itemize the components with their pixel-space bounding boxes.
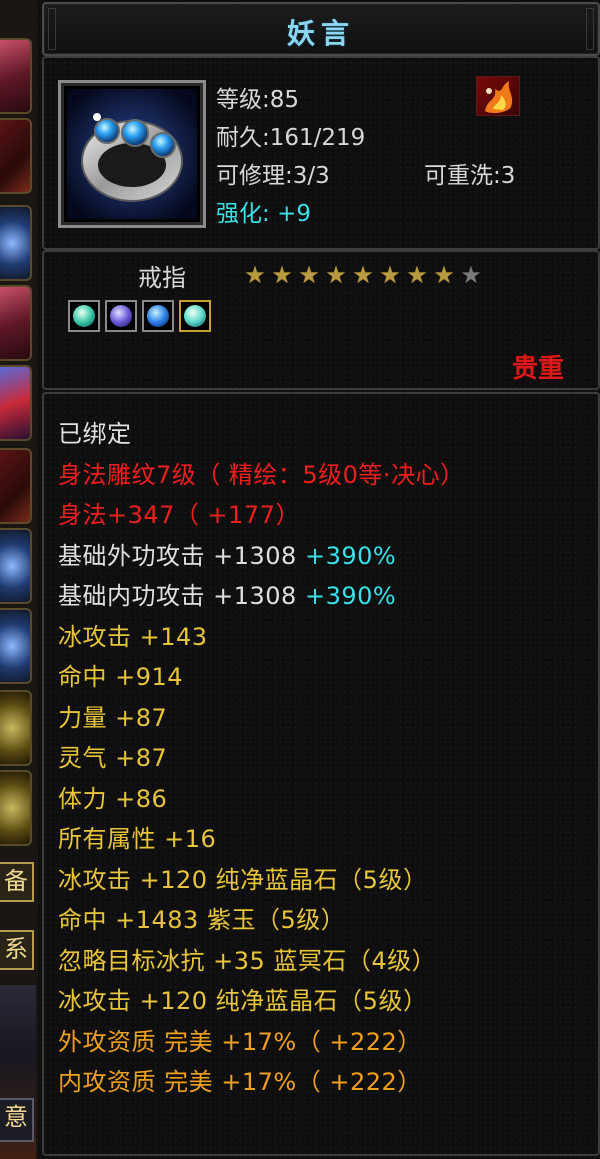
item-enhance: 强化: +9: [216, 194, 311, 228]
attr-line: 基础内功攻击 +1308 +390%: [58, 582, 397, 610]
item-name: 妖言: [286, 17, 355, 50]
star-filled-icon: ★: [244, 261, 266, 289]
item-header: 等级:85 耐久:161/219 可修理:3/3 可重洗:3 强化: +9: [42, 56, 600, 250]
gem-sockets: [68, 300, 211, 332]
side-tab-intent[interactable]: 意: [0, 1098, 34, 1142]
attr-line: 体力 +86: [58, 785, 168, 813]
star-filled-icon: ★: [352, 261, 374, 289]
inventory-slot[interactable]: [0, 608, 32, 684]
attr-line: 内攻资质 完美 +17%（ +222）: [58, 1068, 422, 1096]
item-level: 等级:85: [216, 87, 300, 113]
blue-gem-icon: [147, 305, 169, 327]
gem-socket: [105, 300, 137, 332]
item-type-label: 戒指: [138, 264, 186, 292]
green-gem-icon: [184, 305, 206, 327]
gem-socket: [142, 300, 174, 332]
attr-line: 基础外功攻击 +1308 +390%: [58, 542, 397, 570]
attr-bonus: +390%: [304, 542, 397, 570]
inventory-slot[interactable]: [0, 690, 32, 766]
inventory-slot[interactable]: [0, 448, 32, 524]
attr-line: 命中 +1483 紫玉（5级）: [58, 906, 346, 934]
inventory-slot[interactable]: [0, 205, 32, 281]
ring-icon: [67, 89, 197, 219]
star-filled-icon: ★: [271, 261, 293, 289]
inventory-slot[interactable]: [0, 770, 32, 846]
item-tooltip: 妖言 等级:85 耐久:161/219 可修理:3/3 可重洗:3 强化: +9…: [38, 0, 600, 1159]
inventory-slot[interactable]: [0, 38, 32, 114]
attr-line: 冰攻击 +120 纯净蓝晶石（5级）: [58, 987, 428, 1015]
attr-line: 身法雕纹7级（ 精绘：5级0等·决心）: [58, 461, 465, 489]
attr-line: 命中 +914: [58, 663, 184, 691]
inventory-slot[interactable]: [0, 118, 32, 194]
attr-line: 冰攻击 +143: [58, 623, 208, 651]
star-empty-icon: ★: [460, 261, 482, 289]
item-type-row: 戒指 ★ ★ ★ ★ ★ ★ ★ ★ ★ 贵重: [42, 250, 600, 390]
star-filled-icon: ★: [406, 261, 428, 289]
attr-line: 力量 +87: [58, 704, 168, 732]
green-gem-icon: [73, 305, 95, 327]
attr-line: 所有属性 +16: [58, 825, 217, 853]
attr-bonus: +390%: [304, 582, 397, 610]
enhance-label: 强化:: [216, 201, 270, 227]
inventory-slot[interactable]: [0, 528, 32, 604]
star-filled-icon: ★: [325, 261, 347, 289]
star-rating: ★ ★ ★ ★ ★ ★ ★ ★ ★: [242, 262, 484, 288]
attr-line: 已绑定: [58, 420, 132, 448]
inventory-slot[interactable]: [0, 365, 32, 441]
star-filled-icon: ★: [298, 261, 320, 289]
attr-line: 忽略目标冰抗 +35 蓝冥石（4级）: [58, 947, 437, 975]
attr-line: 外攻资质 完美 +17%（ +222）: [58, 1028, 422, 1056]
attr-line: 灵气 +87: [58, 744, 168, 772]
attribute-list: 已绑定 身法雕纹7级（ 精绘：5级0等·决心） 身法+347（ +177） 基础…: [42, 392, 600, 1156]
item-icon-frame: [58, 80, 206, 228]
star-filled-icon: ★: [379, 261, 401, 289]
rarity-label: 贵重: [511, 354, 564, 384]
item-rewash-count: 可重洗:3: [424, 163, 516, 189]
flame-icon: [476, 76, 520, 116]
item-durability: 耐久:161/219: [216, 125, 366, 151]
side-tab-system[interactable]: 系: [0, 930, 34, 970]
inventory-slot[interactable]: [0, 285, 32, 361]
tooltip-title-bar: 妖言: [42, 2, 600, 56]
enhance-value: +9: [277, 201, 311, 227]
side-tab-equipment[interactable]: 备: [0, 862, 34, 902]
attr-line: 身法+347（ +177）: [58, 501, 300, 529]
item-repair-count: 可修理:3/3: [216, 163, 330, 189]
star-filled-icon: ★: [433, 261, 455, 289]
attr-line: 冰攻击 +120 纯净蓝晶石（5级）: [58, 866, 428, 894]
inventory-slot-strip: 备 系 意: [0, 0, 40, 1159]
gem-socket: [179, 300, 211, 332]
purple-gem-icon: [110, 305, 132, 327]
gem-socket: [68, 300, 100, 332]
